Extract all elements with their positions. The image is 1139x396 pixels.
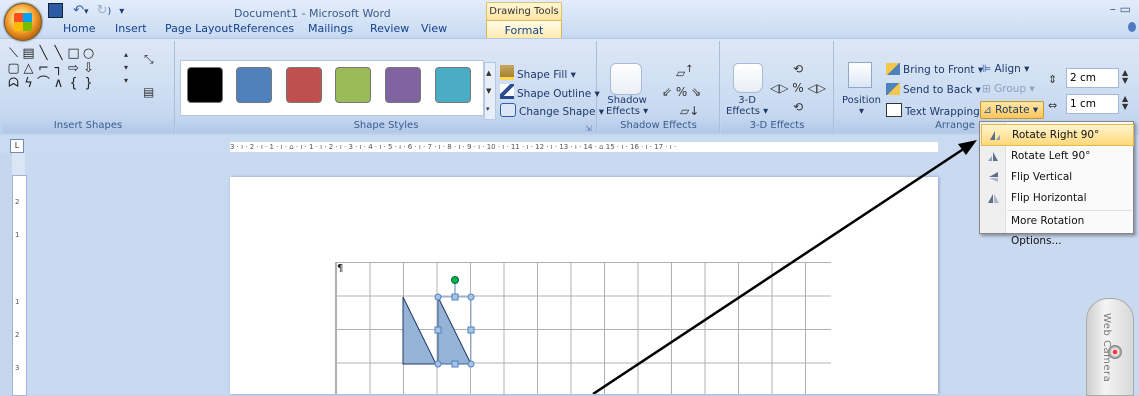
- rotate-dropdown-menu: Rotate Right 90° Rotate Left 90° Flip Ve…: [979, 121, 1134, 247]
- menu-rotate-right-90[interactable]: Rotate Right 90°: [981, 124, 1134, 146]
- triangle-shape[interactable]: [402, 296, 437, 365]
- selected-triangle-shape[interactable]: [437, 296, 472, 365]
- menu-more-rotation-options[interactable]: More Rotation Options...: [981, 211, 1132, 247]
- webcam-widget[interactable]: Web Camera: [1086, 298, 1134, 396]
- rotate-right-icon: [990, 131, 1000, 140]
- office-button[interactable]: [4, 3, 42, 41]
- menu-flip-vertical[interactable]: Flip Vertical: [981, 167, 1132, 187]
- flip-vertical-icon: [989, 172, 998, 182]
- camera-lens-icon: [1108, 345, 1122, 359]
- menu-flip-horizontal[interactable]: Flip Horizontal: [981, 188, 1132, 208]
- rotate-left-icon: [988, 152, 998, 161]
- pointer-arrow-head: [958, 140, 977, 155]
- pointer-arrow-line: [592, 144, 969, 394]
- drawing-overlay: [402, 140, 977, 394]
- menu-rotate-left-90[interactable]: Rotate Left 90°: [981, 146, 1132, 166]
- flip-horizontal-icon: [988, 194, 999, 203]
- rotation-handle[interactable]: [451, 276, 459, 284]
